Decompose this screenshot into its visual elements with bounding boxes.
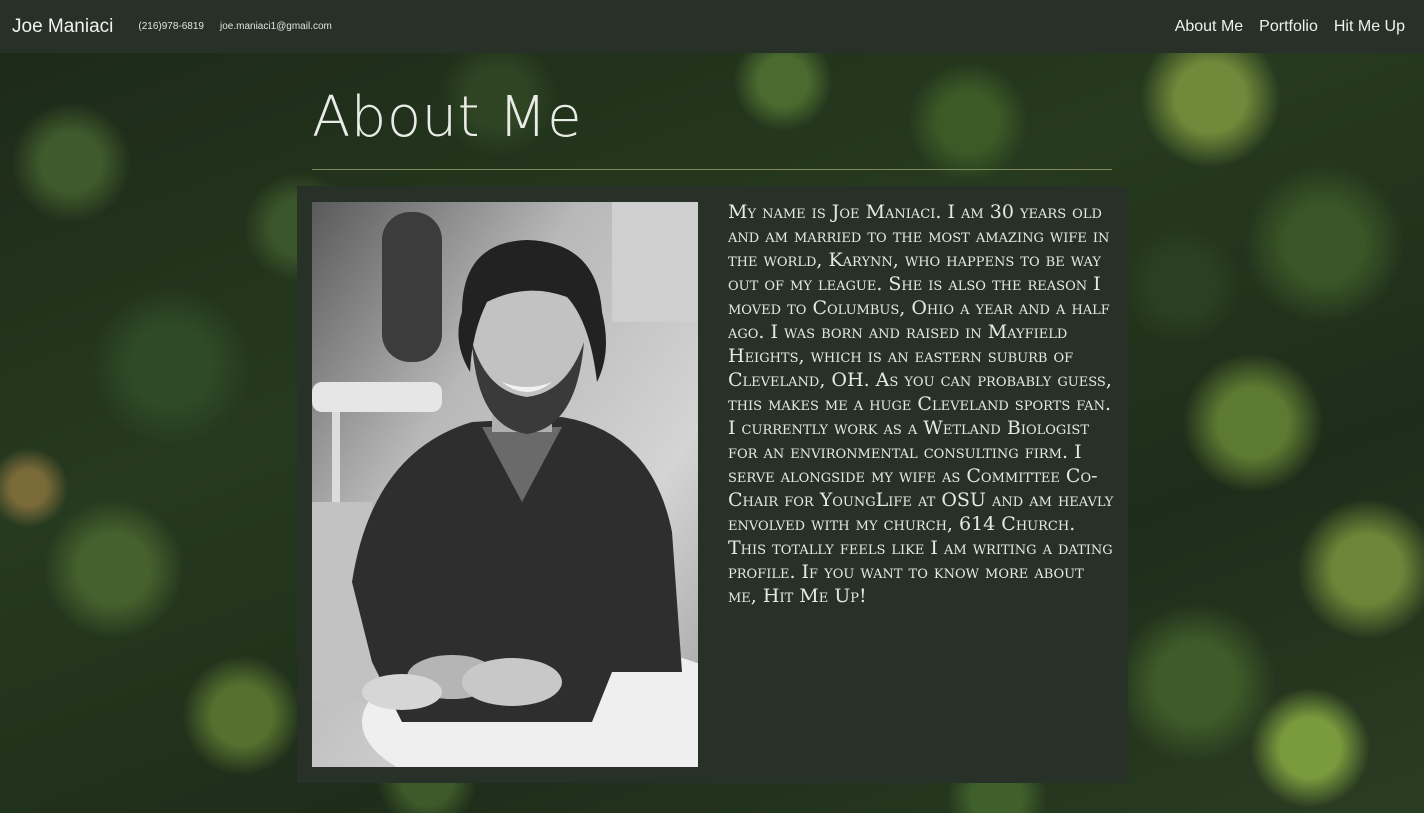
bio-text: My name is Joe Maniaci. I am 30 years ol… [728,201,1114,607]
phone-number: (216)978-6819 [138,21,204,32]
profile-photo [312,202,698,767]
brand-link[interactable]: Joe Maniaci [12,16,113,38]
title-divider [312,169,1112,170]
nav-links: About Me Portfolio Hit Me Up [1175,18,1412,36]
email-address: joe.maniaci1@gmail.com [220,21,332,32]
nav-link-hit-me-up[interactable]: Hit Me Up [1334,18,1405,36]
about-card: My name is Joe Maniaci. I am 30 years ol… [297,186,1128,783]
nav-link-portfolio[interactable]: Portfolio [1259,18,1318,36]
page-title: About Me [312,85,583,150]
top-navbar: Joe Maniaci (216)978-6819 joe.maniaci1@g… [0,0,1424,53]
nav-link-about-me[interactable]: About Me [1175,18,1243,36]
